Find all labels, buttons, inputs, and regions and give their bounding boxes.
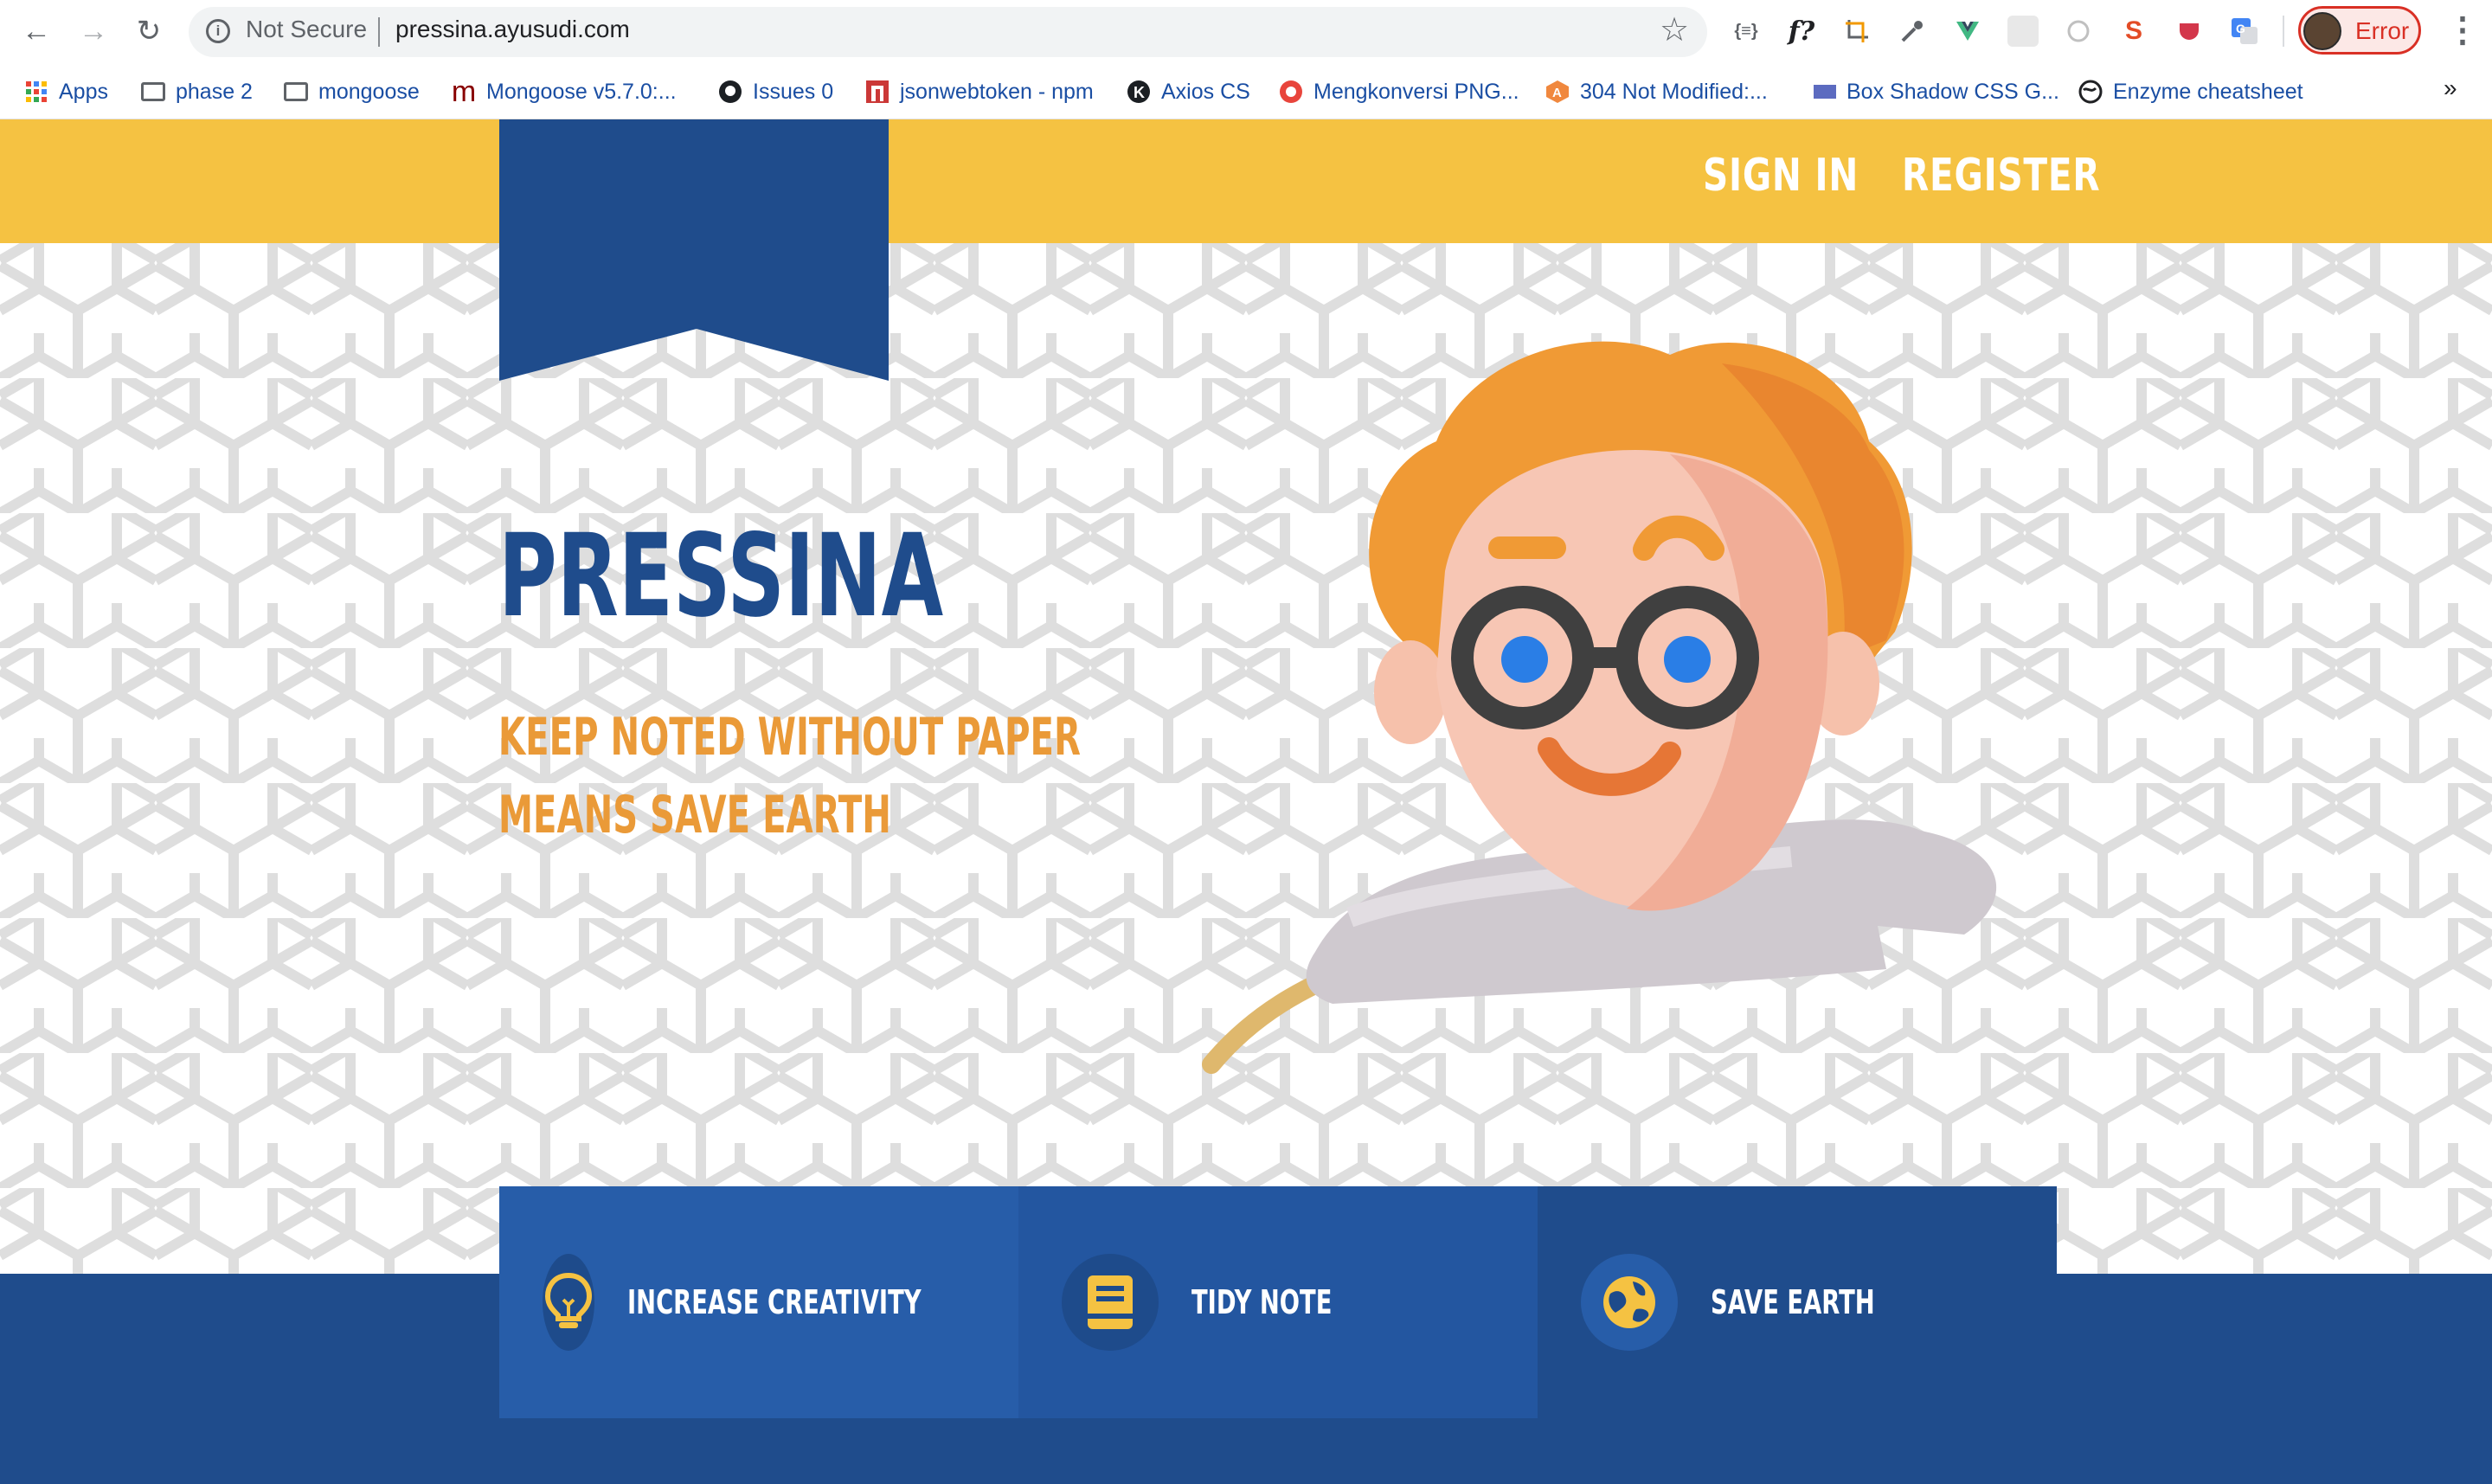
- vue-devtools-icon[interactable]: [1952, 16, 1983, 47]
- bookmark-label: Issues 0: [753, 79, 834, 104]
- feature-icon-circle: [1062, 1254, 1159, 1351]
- ribbon-banner: [499, 119, 889, 381]
- circle-extension-icon[interactable]: [2063, 16, 2094, 47]
- bookmark-label: mongoose: [318, 79, 420, 104]
- security-label: Not Secure: [246, 16, 368, 42]
- brand-title: PRESSINA: [498, 510, 944, 643]
- bookmark-label: 304 Not Modified:...: [1580, 79, 1768, 104]
- bookmark-304[interactable]: A 304 Not Modified:...: [1545, 74, 1768, 109]
- bookmark-label: Mongoose v5.7.0:...: [486, 79, 677, 104]
- avatar: [2303, 12, 2341, 50]
- bookmark-jsonwebtoken[interactable]: jsonwebtoken - npm: [865, 74, 1094, 109]
- svg-text:K: K: [1134, 84, 1145, 101]
- bookmark-enzyme[interactable]: Enzyme cheatsheet: [2078, 74, 2303, 109]
- register-link[interactable]: REGISTER: [1902, 150, 2100, 202]
- feature-label: INCREASE CREATIVITY: [627, 1283, 922, 1321]
- crop-extension-icon[interactable]: [1841, 16, 1872, 47]
- a-icon: A: [1545, 80, 1570, 104]
- bookmark-label: jsonwebtoken - npm: [900, 79, 1094, 104]
- bookmark-label: phase 2: [176, 79, 253, 104]
- site-header: [0, 119, 2492, 243]
- feature-tidy-note: TIDY NOTE: [1018, 1186, 1538, 1418]
- github-icon: [718, 80, 742, 104]
- pocket-extension-icon[interactable]: [2174, 16, 2205, 47]
- book-icon: [1088, 1275, 1133, 1329]
- grid-extension-icon[interactable]: [2007, 16, 2039, 47]
- bookmark-label: Box Shadow CSS G...: [1847, 79, 2059, 104]
- menu-kebab-icon[interactable]: ⋮: [2445, 10, 2480, 50]
- features-bar: INCREASE CREATIVITY TIDY NOTE SAVE EARTH: [499, 1186, 2057, 1418]
- bookmark-label: Axios CS: [1161, 79, 1250, 104]
- character-illustration: [1202, 341, 1997, 1074]
- bookmark-star-icon[interactable]: ☆: [1660, 10, 1689, 49]
- bookmark-phase-2[interactable]: phase 2: [141, 74, 253, 109]
- bookmark-box-shadow[interactable]: Box Shadow CSS G...: [1812, 74, 2059, 109]
- bookmarks-overflow-icon[interactable]: »: [2444, 74, 2457, 102]
- bookmark-issues[interactable]: Issues 0: [718, 74, 833, 109]
- converter-icon: [1279, 80, 1303, 104]
- address-separator: [378, 17, 380, 47]
- bookmark-axios[interactable]: K Axios CS: [1127, 74, 1250, 109]
- url-text[interactable]: pressina.ayusudi.com: [395, 16, 630, 43]
- back-arrow-icon[interactable]: ←: [17, 12, 55, 50]
- bookmark-label: Enzyme cheatsheet: [2113, 79, 2303, 104]
- left-eye: [1501, 636, 1548, 683]
- feature-icon-circle: [1581, 1254, 1678, 1351]
- bookmark-mongoose-folder[interactable]: mongoose: [284, 74, 420, 109]
- bookmark-label: Mengkonversi PNG...: [1313, 79, 1519, 104]
- eyedropper-extension-icon[interactable]: [1897, 16, 1928, 47]
- svelte-extension-icon[interactable]: S: [2118, 16, 2149, 47]
- globe-earth-icon: [1603, 1276, 1655, 1328]
- sign-in-link[interactable]: SIGN IN: [1703, 150, 1859, 202]
- bookmark-apps[interactable]: Apps: [24, 74, 108, 109]
- bookmark-mengkonversi[interactable]: Mengkonversi PNG...: [1279, 74, 1519, 109]
- feature-label: TIDY NOTE: [1191, 1283, 1333, 1321]
- folder-icon: [141, 80, 165, 104]
- box-icon: [1812, 80, 1836, 104]
- feature-increase-creativity: INCREASE CREATIVITY: [499, 1186, 1018, 1418]
- svg-text:G: G: [2236, 22, 2245, 35]
- info-icon[interactable]: i: [206, 19, 230, 43]
- lightbulb-icon: [544, 1272, 593, 1328]
- npm-icon: [865, 80, 890, 104]
- feature-save-earth: SAVE EARTH: [1538, 1186, 2057, 1418]
- feature-label: SAVE EARTH: [1711, 1283, 1875, 1321]
- left-eyebrow: [1488, 536, 1566, 559]
- forward-arrow-icon[interactable]: →: [74, 12, 112, 50]
- glasses-bridge: [1579, 647, 1631, 668]
- right-eye: [1664, 636, 1711, 683]
- reload-icon[interactable]: ↻: [130, 12, 168, 50]
- translate-extension-icon[interactable]: G: [2229, 16, 2260, 47]
- svg-text:A: A: [1552, 86, 1562, 100]
- mongoose-icon: m: [451, 74, 477, 108]
- left-ear: [1374, 640, 1447, 744]
- json-extension-icon[interactable]: {≡}: [1731, 16, 1762, 47]
- bookmark-mongoose-docs[interactable]: m Mongoose v5.7.0:...: [452, 74, 677, 109]
- kk-icon: K: [1127, 80, 1151, 104]
- font-extension-icon[interactable]: f?: [1786, 16, 1817, 47]
- bookmark-label: Apps: [59, 79, 108, 104]
- feature-icon-circle: [543, 1254, 594, 1351]
- globe-icon: [2078, 80, 2103, 104]
- profile-error-label[interactable]: Error: [2355, 17, 2409, 45]
- folder-icon: [284, 80, 308, 104]
- toolbar-divider: [2283, 16, 2284, 47]
- tagline-line-1: KEEP NOTED WITHOUT PAPER: [498, 707, 1081, 768]
- tagline-line-2: MEANS SAVE EARTH: [498, 785, 891, 845]
- apps-grid-icon: [24, 80, 48, 104]
